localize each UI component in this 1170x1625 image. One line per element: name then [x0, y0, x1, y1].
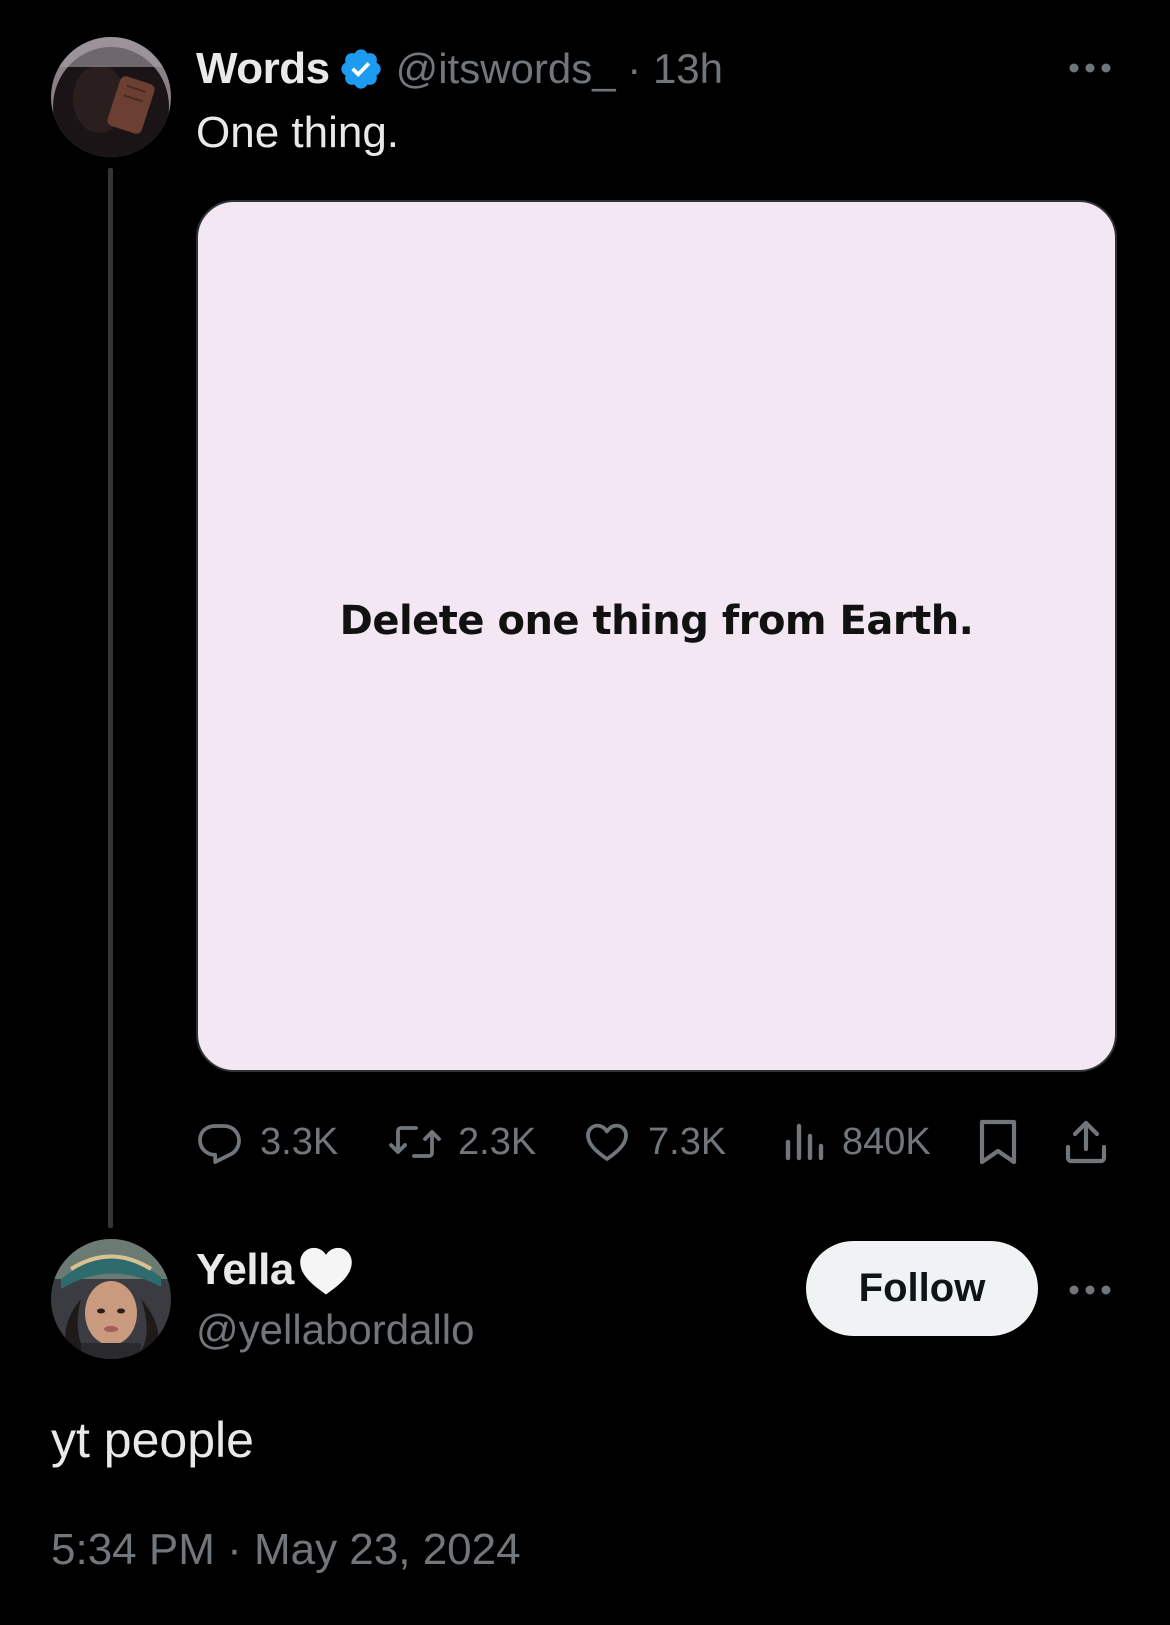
bookmark-icon: [979, 1119, 1017, 1165]
avatar-image: [51, 37, 171, 157]
reply-button[interactable]: 3.3K: [196, 1110, 338, 1174]
share-icon: [1065, 1120, 1107, 1164]
author-name[interactable]: Words: [196, 44, 330, 94]
tweet-action-bar: 3.3K 2.3K 7.3K 840K: [196, 1110, 1126, 1174]
share-button[interactable]: [1062, 1110, 1110, 1174]
like-count: 7.3K: [648, 1120, 727, 1163]
like-button[interactable]: 7.3K: [582, 1110, 726, 1174]
tweet-header: Words @itswords_ · 13h: [196, 40, 723, 98]
verified-badge-icon: [340, 49, 381, 89]
reply-timestamp[interactable]: 5:34 PM · May 23, 2024: [51, 1520, 521, 1580]
media-caption-text: Delete one thing from Earth.: [339, 598, 974, 644]
views-count: 840K: [842, 1120, 931, 1163]
reply-author-name[interactable]: Yella: [196, 1245, 294, 1295]
tweet-text: One thing.: [196, 108, 400, 157]
author-avatar[interactable]: [51, 37, 171, 157]
more-options-icon[interactable]: [1060, 48, 1120, 88]
reply-count: 3.3K: [260, 1120, 339, 1163]
repost-button[interactable]: 2.3K: [388, 1110, 536, 1174]
follow-button[interactable]: Follow: [806, 1241, 1038, 1336]
repost-count: 2.3K: [458, 1120, 537, 1163]
reply-author-handle[interactable]: @yellabordallo: [196, 1302, 474, 1358]
more-options-icon[interactable]: [1060, 1270, 1120, 1310]
heart-icon: [586, 1123, 628, 1161]
reply-icon: [198, 1124, 241, 1164]
tweet-media-image[interactable]: Delete one thing from Earth.: [196, 200, 1117, 1072]
thread-connector-line: [108, 168, 113, 1228]
author-handle-time[interactable]: @itswords_ · 13h: [396, 45, 723, 93]
views-chart-icon: [785, 1123, 824, 1161]
avatar-image: [51, 1239, 171, 1359]
reply-author-avatar[interactable]: [51, 1239, 171, 1359]
views-button[interactable]: 840K: [782, 1110, 931, 1174]
bookmark-button[interactable]: [976, 1110, 1020, 1174]
repost-icon: [389, 1126, 441, 1158]
reply-header: Yella: [196, 1240, 356, 1300]
white-heart-icon: [300, 1247, 352, 1295]
reply-text: yt people: [51, 1412, 254, 1468]
